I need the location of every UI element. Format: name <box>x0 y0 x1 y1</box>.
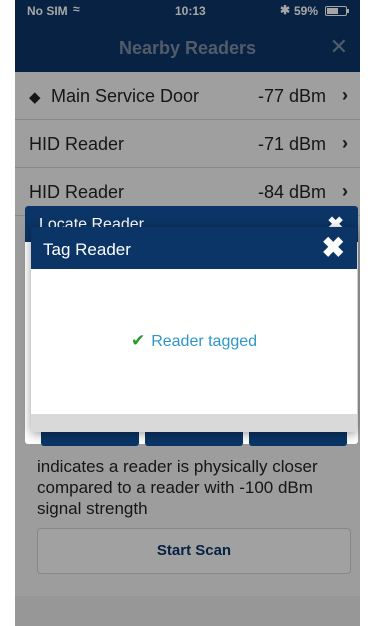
dialog-message-text: Reader tagged <box>151 333 258 350</box>
dialog-message: ✔ Reader tagged <box>31 331 357 351</box>
app-screen: No SIM ≈ 10:13 ✱ 59% Nearby Readers ✕ ◆ … <box>15 0 360 626</box>
dialog-footer <box>31 414 357 432</box>
dialog-title: Tag Reader <box>43 240 131 259</box>
tag-reader-dialog: Tag Reader ✖ ✔ Reader tagged <box>31 227 357 432</box>
checkmark-icon: ✔ <box>130 331 146 350</box>
close-icon[interactable]: ✖ <box>322 233 345 263</box>
dialog-header: Tag Reader ✖ <box>31 227 357 269</box>
